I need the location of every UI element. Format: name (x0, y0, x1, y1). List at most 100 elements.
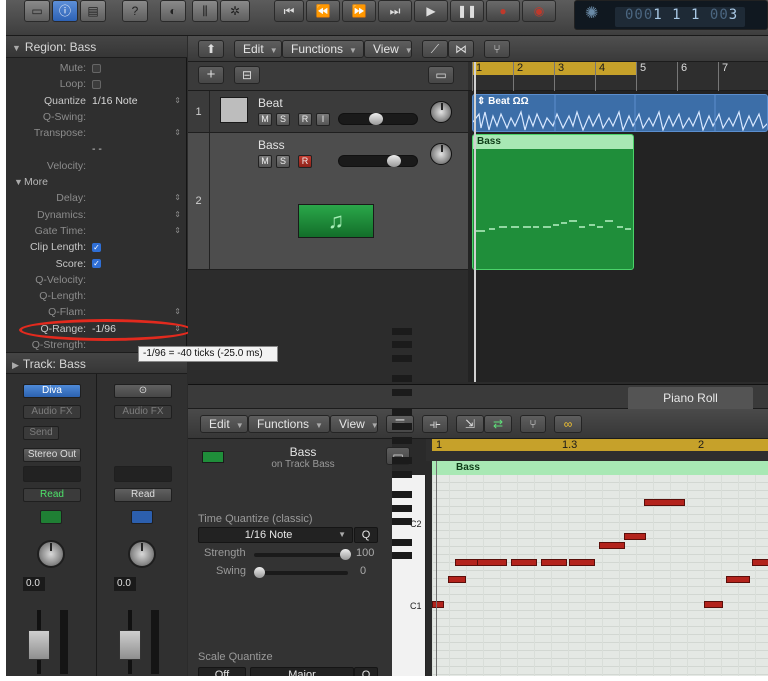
output-slot[interactable]: Stereo Out (23, 448, 81, 462)
param-checkbox[interactable] (92, 63, 101, 73)
stepper-icon[interactable]: ⇕ (174, 125, 181, 141)
view-menu[interactable]: View ▼ (364, 40, 413, 58)
scale-type-select[interactable]: Major (250, 667, 354, 676)
piano-roll-ruler[interactable]: 1 1.3 2 (426, 439, 768, 461)
param-row[interactable]: Dynamics: ⇕ (6, 207, 187, 223)
midi-note[interactable] (569, 558, 596, 566)
param-row[interactable]: Clip Length: ✓ (6, 239, 187, 255)
midi-note[interactable] (448, 575, 466, 583)
solo-button[interactable]: S (276, 155, 290, 168)
strength-slider[interactable] (254, 549, 351, 560)
inspector-button[interactable]: ⓘ (52, 0, 78, 22)
lcd-gear-icon[interactable]: ✺ (585, 3, 598, 23)
param-value[interactable]: ✓ (92, 239, 101, 255)
audio-fx-slot[interactable]: Audio FX (114, 405, 172, 419)
black-key[interactable] (392, 409, 412, 417)
scale-q-button[interactable]: Q (354, 667, 378, 676)
midi-out-icon[interactable]: ⇄ (484, 415, 512, 433)
group-slot[interactable] (23, 466, 81, 482)
link-icon[interactable]: ∞ (554, 415, 582, 433)
disclosure-triangle-icon[interactable]: ▼ (14, 174, 23, 190)
play-icon[interactable]: ▶ (414, 0, 448, 22)
param-checkbox[interactable]: ✓ (92, 259, 101, 269)
music-note-icon[interactable]: ♫ (298, 204, 374, 238)
functions-menu[interactable]: Functions ▼ (282, 40, 364, 58)
track-pan-knob[interactable] (430, 101, 452, 123)
automation-mode[interactable]: Read (23, 488, 81, 502)
param-value[interactable]: - - (92, 141, 102, 157)
loop-browser-icon[interactable]: ◐ (160, 0, 186, 22)
piano-keyboard[interactable]: C2 C1 (392, 327, 426, 676)
rewind-icon[interactable]: ⏪ (306, 0, 340, 22)
track-name[interactable]: Beat (258, 96, 283, 110)
flex-icon[interactable]: ⋈ (448, 40, 474, 58)
strength-knob[interactable] (340, 549, 351, 560)
cycle-area[interactable] (432, 439, 768, 451)
param-value[interactable]: 1/16 Note (92, 93, 138, 109)
midi-note[interactable] (704, 601, 724, 608)
track-pan-knob[interactable] (430, 143, 452, 165)
scale-root-select[interactable]: Off (198, 667, 246, 676)
param-row[interactable]: Delay: ⇕ (6, 190, 187, 206)
track-volume-slider[interactable] (338, 155, 418, 167)
quantize-q-button[interactable]: Q (354, 527, 378, 543)
note-grid[interactable] (432, 475, 768, 676)
black-key[interactable] (392, 355, 412, 362)
stepper-icon[interactable]: ⇕ (174, 93, 181, 109)
midi-note[interactable] (432, 601, 445, 608)
view-menu[interactable]: View ▼ (330, 415, 379, 433)
stepper-icon[interactable]: ⇕ (174, 190, 181, 206)
param-row[interactable]: Q-Swing: (6, 109, 187, 125)
more-section-toggle[interactable]: More (24, 174, 48, 190)
black-key[interactable] (392, 436, 412, 444)
region-inspector-header[interactable]: ▼ Region: Bass (6, 36, 187, 58)
track-name[interactable]: Bass (258, 138, 285, 152)
instrument-slot[interactable]: Diva (23, 384, 81, 398)
param-row[interactable]: More ▼ (6, 174, 187, 190)
disclosure-triangle-icon[interactable]: ▶ (12, 360, 19, 370)
region-bass[interactable]: Bass (472, 134, 634, 270)
record-enable-button[interactable]: R (298, 113, 312, 126)
midi-note[interactable] (540, 558, 567, 566)
midi-note[interactable] (725, 575, 751, 583)
midi-note[interactable] (476, 558, 507, 566)
midi-note[interactable] (599, 541, 626, 549)
black-key[interactable] (392, 518, 412, 526)
audio-fx-slot[interactable]: Audio FX (23, 405, 81, 419)
fader-cap[interactable] (28, 630, 50, 660)
quantize-select[interactable]: 1/16 Note ▼ (198, 527, 353, 543)
go-to-end-icon[interactable]: ⏭ (378, 0, 412, 22)
record-icon[interactable]: ● (486, 0, 520, 22)
track-row-bass[interactable]: 2 Bass M S R ♫ (188, 133, 468, 270)
stepper-icon[interactable]: ⇕ (174, 207, 181, 223)
edit-menu[interactable]: Edit ▼ (200, 415, 248, 433)
mixer-icon[interactable]: ⫼ (192, 0, 218, 22)
filter-icon[interactable]: ⑂ (484, 40, 510, 58)
edit-menu[interactable]: Edit ▼ (234, 40, 282, 58)
param-row[interactable]: Gate Time: ⇕ (6, 223, 187, 239)
functions-menu[interactable]: Functions ▼ (248, 415, 330, 433)
stepper-icon[interactable]: ⇕ (174, 223, 181, 239)
black-key[interactable] (392, 341, 412, 349)
black-key[interactable] (392, 327, 412, 335)
track-volume-slider[interactable] (338, 113, 418, 125)
disclosure-triangle-icon[interactable]: ▼ (12, 43, 21, 53)
piano-roll-playhead[interactable] (436, 461, 437, 676)
global-tracks-icon[interactable]: ⊟ (234, 66, 260, 84)
piano-roll-region-bar[interactable]: Bass (432, 461, 768, 475)
group-slot[interactable] (114, 466, 172, 482)
midi-note[interactable] (751, 558, 768, 566)
stepper-icon[interactable]: ⇕ (174, 304, 181, 320)
link-icon[interactable]: ⊙ (114, 384, 172, 398)
quick-help-button[interactable]: ? (122, 0, 148, 22)
midi-note[interactable] (623, 533, 646, 540)
go-to-start-icon[interactable]: ⏮ (274, 0, 304, 22)
toolbar-button[interactable]: ▤ (80, 0, 106, 22)
black-key[interactable] (392, 538, 412, 546)
mute-button[interactable]: M (258, 155, 272, 168)
black-key[interactable] (392, 375, 412, 383)
slider-knob[interactable] (369, 113, 383, 125)
black-key[interactable] (392, 504, 412, 512)
catch-icon[interactable]: ⟛ (422, 415, 448, 433)
param-value[interactable] (92, 60, 101, 76)
